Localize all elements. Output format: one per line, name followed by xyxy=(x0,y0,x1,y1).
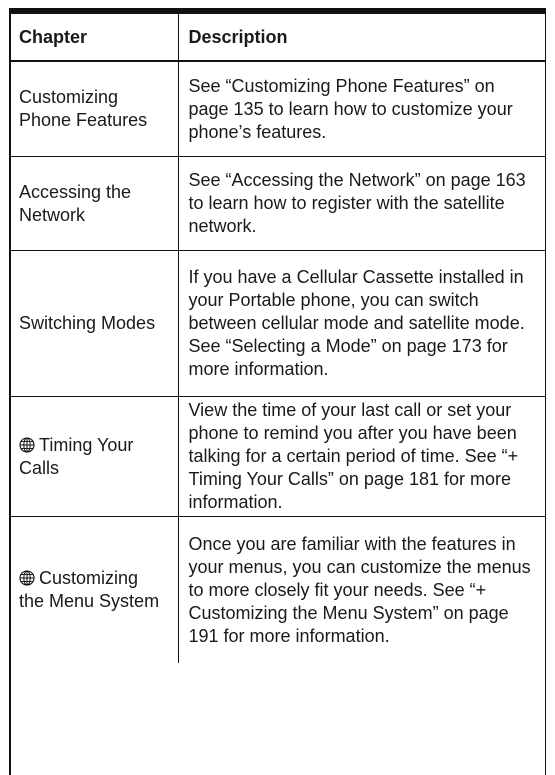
chapter-name: Accessing the Network xyxy=(19,181,132,225)
header-description: Description xyxy=(177,14,546,62)
chapter-name: Customizing Phone Features xyxy=(19,87,148,130)
globe-icon xyxy=(19,436,35,453)
table-row: Switching Modes If you have a Cellular C… xyxy=(9,250,546,397)
chapter-name: Customizing the Menu System xyxy=(19,568,160,611)
description-cell: Once you are familiar with the features … xyxy=(177,516,546,663)
description-cell: See “Accessing the Network” on page 163 … xyxy=(177,156,546,251)
header-chapter: Chapter xyxy=(9,14,178,62)
chapter-cell: Customizing Phone Features xyxy=(9,61,178,157)
description-cell: See “Customizing Phone Features” on page… xyxy=(177,61,546,157)
table-row: Timing Your Calls View the time of your … xyxy=(9,396,546,517)
chapter-cell: Timing Your Calls xyxy=(9,396,178,517)
table-header-row: Chapter Description xyxy=(9,14,546,62)
description-cell: View the time of your last call or set y… xyxy=(177,396,546,517)
table-row: Customizing Phone Features See “Customiz… xyxy=(9,61,546,157)
description-cell: If you have a Cellular Cassette installe… xyxy=(177,250,546,397)
chapter-table: Chapter Description Customizing Phone Fe… xyxy=(9,14,546,663)
chapter-table-frame: Chapter Description Customizing Phone Fe… xyxy=(9,8,546,775)
chapter-name: Timing Your Calls xyxy=(19,434,134,478)
globe-icon xyxy=(19,570,35,586)
chapter-cell: Accessing the Network xyxy=(9,156,178,251)
chapter-cell: Customizing the Menu System xyxy=(9,517,178,664)
chapter-name: Switching Modes xyxy=(19,313,156,333)
chapter-cell: Switching Modes xyxy=(9,250,178,397)
table-row: Accessing the Network See “Accessing the… xyxy=(9,156,546,251)
table-row: Customizing the Menu System Once you are… xyxy=(9,516,546,664)
